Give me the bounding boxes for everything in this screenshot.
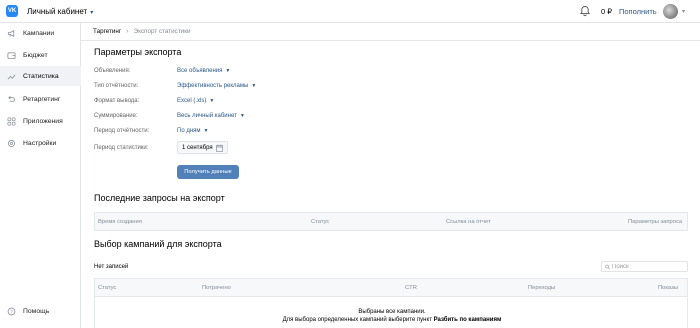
- sidebar-item-label: Настройки: [23, 139, 57, 147]
- column-header[interactable]: Потрачено: [202, 285, 231, 291]
- balance-amount: 0 ₽: [601, 7, 613, 16]
- svg-text:?: ?: [10, 309, 13, 314]
- divider: [81, 40, 700, 41]
- param-select-format[interactable]: Excel (.xls) ▼: [177, 98, 214, 104]
- column-header[interactable]: Параметры запроса: [628, 219, 682, 225]
- gear-icon: [8, 139, 15, 147]
- param-value-text: Excel (.xls): [177, 98, 207, 104]
- sidebar: Кампании Бюджет Статистика Ретаргетинг П…: [0, 23, 81, 328]
- search-input[interactable]: [612, 262, 687, 271]
- sidebar-item-statistics[interactable]: Статистика: [0, 66, 81, 86]
- column-header[interactable]: Ссылка на отчет: [446, 219, 491, 225]
- search-field[interactable]: [601, 261, 688, 272]
- sidebar-item-label: Кампании: [23, 29, 55, 37]
- param-value-text: Эффективность рекламы: [177, 83, 249, 89]
- sidebar-item-campaigns[interactable]: Кампании: [0, 23, 81, 43]
- breadcrumb: Таргетинг › Экспорт статистики: [93, 28, 191, 35]
- bell-icon[interactable]: [579, 5, 591, 17]
- chevron-down-icon: ▼: [225, 68, 231, 74]
- breadcrumb-current: Экспорт статистики: [133, 28, 191, 35]
- sidebar-item-label: Ретаргетинг: [23, 95, 61, 103]
- sidebar-item-label: Бюджет: [23, 51, 48, 59]
- search-icon: [605, 264, 610, 269]
- sidebar-item-budget[interactable]: Бюджет: [0, 45, 81, 65]
- column-header[interactable]: Время создания: [98, 219, 142, 225]
- section-title-export-params: Параметры экспорта: [94, 47, 182, 57]
- param-value-text: По дням: [177, 128, 201, 134]
- chevron-down-icon[interactable]: ▾: [682, 8, 685, 15]
- date-picker[interactable]: 1 сентября: [177, 141, 228, 154]
- section-title-campaign-select: Выбор кампаний для экспорта: [94, 239, 222, 249]
- param-select-ads[interactable]: Все объявления ▼: [177, 68, 230, 74]
- param-label-period: Период отчётности:: [94, 128, 150, 134]
- top-bar: VK Личный кабинет ▾ 0 ₽ Пополнить ▾: [0, 0, 700, 23]
- cabinet-switcher[interactable]: Личный кабинет ▾: [27, 7, 93, 16]
- column-header[interactable]: Статус: [311, 219, 329, 225]
- sidebar-item-retargeting[interactable]: Ретаргетинг: [0, 89, 81, 109]
- sidebar-item-help[interactable]: ? Помощь: [0, 301, 81, 321]
- megaphone-icon: [7, 29, 15, 37]
- chevron-down-icon: ▾: [90, 10, 94, 16]
- breadcrumb-parent[interactable]: Таргетинг: [93, 28, 121, 35]
- no-records-text: Нет записей: [94, 264, 129, 270]
- empty-state: Выбраны все кампании. Для выбора определ…: [94, 297, 688, 328]
- sidebar-item-settings[interactable]: Настройки: [0, 133, 81, 153]
- chevron-down-icon: ▼: [209, 98, 215, 104]
- sidebar-item-label: Приложения: [23, 117, 63, 125]
- empty-state-hint: Для выбора определенных кампаний выберит…: [282, 317, 432, 323]
- date-value: 1 сентября: [182, 144, 213, 151]
- empty-state-line1: Выбраны все кампании.: [358, 309, 426, 315]
- param-select-summation[interactable]: Весь личный кабинет ▼: [177, 113, 245, 119]
- table-header-campaigns: Статус Потрачено CTR Переходы Показы: [94, 278, 688, 297]
- cabinet-label: Личный кабинет: [27, 7, 88, 16]
- chevron-down-icon: ▼: [203, 128, 209, 134]
- column-header[interactable]: Переходы: [528, 285, 555, 291]
- main-panel: Таргетинг › Экспорт статистики Параметры…: [81, 23, 700, 328]
- param-select-report-type[interactable]: Эффективность рекламы ▼: [177, 83, 256, 89]
- param-label-report-type: Тип отчётности:: [94, 83, 139, 89]
- sidebar-item-label: Статистика: [23, 72, 59, 80]
- avatar[interactable]: [663, 4, 678, 19]
- help-icon: ?: [7, 307, 16, 315]
- apps-icon: [7, 117, 16, 125]
- topup-link[interactable]: Пополнить: [619, 7, 657, 16]
- get-data-button[interactable]: Получить данные: [177, 165, 239, 179]
- calendar-icon: [216, 144, 223, 152]
- param-value-text: Весь личный кабинет: [177, 113, 237, 119]
- empty-state-line2: Для выбора определенных кампаний выберит…: [95, 317, 689, 323]
- param-label-format: Формат вывода:: [94, 98, 140, 104]
- section-title-recent-requests: Последние запросы на экспорт: [94, 193, 225, 203]
- table-header-recent: Время создания Статус Ссылка на отчет Па…: [94, 212, 688, 231]
- param-label-summation: Суммирование:: [94, 113, 138, 119]
- breadcrumb-separator: ›: [126, 28, 129, 35]
- chevron-down-icon: ▼: [251, 83, 257, 89]
- retarget-icon: [8, 95, 16, 102]
- split-by-campaigns-option: Разбить по кампаниям: [433, 317, 502, 323]
- column-header[interactable]: Показы: [658, 285, 678, 291]
- sidebar-item-label: Помощь: [23, 307, 50, 315]
- wallet-icon: [7, 51, 16, 59]
- sidebar-item-apps[interactable]: Приложения: [0, 111, 81, 131]
- param-label-ads: Объявления:: [94, 68, 131, 74]
- chart-icon: [7, 73, 16, 79]
- param-label-stat-period: Период статистики:: [94, 145, 149, 151]
- param-select-period[interactable]: По дням ▼: [177, 128, 208, 134]
- vk-logo[interactable]: VK: [6, 5, 18, 17]
- chevron-down-icon: ▼: [239, 113, 245, 119]
- param-value-text: Все объявления: [177, 68, 223, 74]
- column-header[interactable]: Статус: [98, 285, 116, 291]
- column-header[interactable]: CTR: [405, 285, 417, 291]
